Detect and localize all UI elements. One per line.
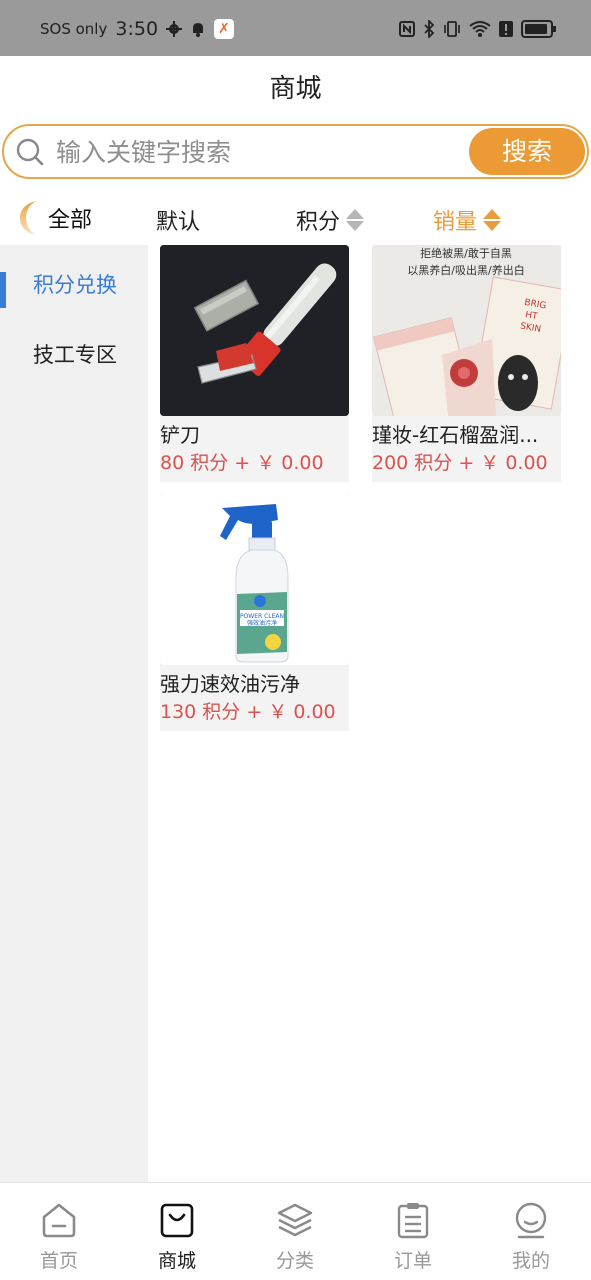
sort-default-label: 默认: [156, 210, 201, 235]
nav-label-mall: 商城: [157, 1250, 196, 1272]
product-name: 铲刀: [160, 423, 200, 447]
nav-label-mine: 我的: [511, 1250, 550, 1272]
page-header: 商城: [0, 56, 591, 122]
sort-arrows-icon: [483, 209, 502, 231]
user-face-icon: [515, 1202, 547, 1239]
search-button[interactable]: 搜索: [469, 128, 585, 175]
vibrate-icon: [444, 21, 460, 37]
clipboard-icon: [397, 1203, 429, 1239]
category-sidebar: 积分兑换 技工专区: [0, 245, 148, 1182]
crescent-icon: [20, 201, 36, 235]
product-image-spray-bottle: POWER CLEAN 强效油污净: [160, 494, 349, 665]
product-grid: 铲刀 80 积分 + ￥ 0.00 拒绝被黑/敢于自黑 以黑养白/吸出黑/养出白…: [148, 245, 591, 1182]
nav-label-home: 首页: [39, 1250, 78, 1272]
nav-item-mall[interactable]: 商城: [118, 1183, 236, 1280]
nfc-icon: [399, 21, 415, 37]
sort-default[interactable]: 默认: [156, 204, 200, 236]
sort-all-button[interactable]: 全部: [16, 198, 92, 238]
sidebar-item-points-exchange[interactable]: 积分兑换: [0, 250, 148, 320]
sort-sales-label: 销量: [433, 210, 478, 235]
bottle-label-text: 强效油污净: [247, 619, 277, 627]
product-image-scraper: [160, 245, 349, 416]
search-bar: 搜索: [2, 124, 589, 179]
product-name: 强力速效油污净: [160, 672, 300, 696]
spray-bottle-image: POWER CLEAN 强效油污净: [160, 494, 349, 665]
battery-icon: [521, 20, 556, 38]
sort-arrows-icon: [346, 209, 365, 231]
bell-icon: [193, 23, 204, 37]
nav-item-home[interactable]: 首页: [0, 1183, 118, 1280]
bluetooth-icon: [424, 20, 435, 38]
status-left: SOS only 3:50 ✗: [40, 18, 235, 40]
mask-slogan-1: 拒绝被黑/敢于自黑: [420, 246, 512, 260]
nav-item-mine[interactable]: 我的: [472, 1183, 590, 1280]
nav-label-orders: 订单: [393, 1250, 432, 1272]
product-card[interactable]: 拒绝被黑/敢于自黑 以黑养白/吸出黑/养出白 BRIG HT SKIN 瑾妆-红…: [372, 245, 561, 482]
layers-icon: [277, 1203, 313, 1237]
mask-slogan-2: 以黑养白/吸出黑/养出白: [407, 263, 524, 277]
bottle-brand-text: POWER CLEAN: [240, 613, 284, 620]
sort-points-label: 积分: [296, 210, 341, 235]
wifi-icon: [469, 21, 491, 37]
product-price: 200 积分 + ￥ 0.00: [372, 452, 548, 474]
clock: 3:50: [115, 18, 159, 40]
nav-label-category: 分类: [275, 1250, 314, 1272]
status-right: [399, 20, 556, 38]
sort-points[interactable]: 积分: [296, 204, 365, 236]
page-title: 商城: [269, 74, 322, 104]
nav-item-category[interactable]: 分类: [236, 1183, 354, 1280]
scraper-icon: [160, 245, 349, 416]
search-icon: [16, 138, 44, 166]
sidebar-item-technician-zone[interactable]: 技工专区: [0, 320, 148, 390]
shopping-bag-icon: [160, 1203, 194, 1238]
product-price: 80 积分 + ￥ 0.00: [160, 452, 324, 474]
carrier-text: SOS only: [40, 20, 108, 38]
sort-sales[interactable]: 销量: [433, 204, 502, 236]
app-badge-icon: ✗: [214, 19, 235, 39]
home-icon: [42, 1203, 76, 1238]
sort-all-label: 全部: [48, 208, 93, 233]
gear-icon: [166, 21, 183, 37]
product-name: 瑾妆-红石榴盈润...: [372, 423, 539, 447]
bottom-nav: 首页 商城 分类 订单 我的: [0, 1182, 591, 1280]
sort-bar: 全部 默认 积分 销量: [0, 190, 591, 245]
face-mask-image: 拒绝被黑/敢于自黑 以黑养白/吸出黑/养出白 BRIG HT SKIN: [372, 245, 561, 416]
nav-item-orders[interactable]: 订单: [354, 1183, 472, 1280]
status-bar: SOS only 3:50 ✗: [0, 0, 591, 56]
product-image-face-mask: 拒绝被黑/敢于自黑 以黑养白/吸出黑/养出白 BRIG HT SKIN: [372, 245, 561, 416]
search-input[interactable]: [56, 132, 456, 172]
product-card[interactable]: POWER CLEAN 强效油污净 强力速效油污净 130 积分 + ￥ 0.0…: [160, 494, 349, 731]
product-card[interactable]: 铲刀 80 积分 + ￥ 0.00: [160, 245, 349, 482]
product-price: 130 积分 + ￥ 0.00: [160, 701, 336, 723]
alert-icon: [499, 21, 513, 37]
